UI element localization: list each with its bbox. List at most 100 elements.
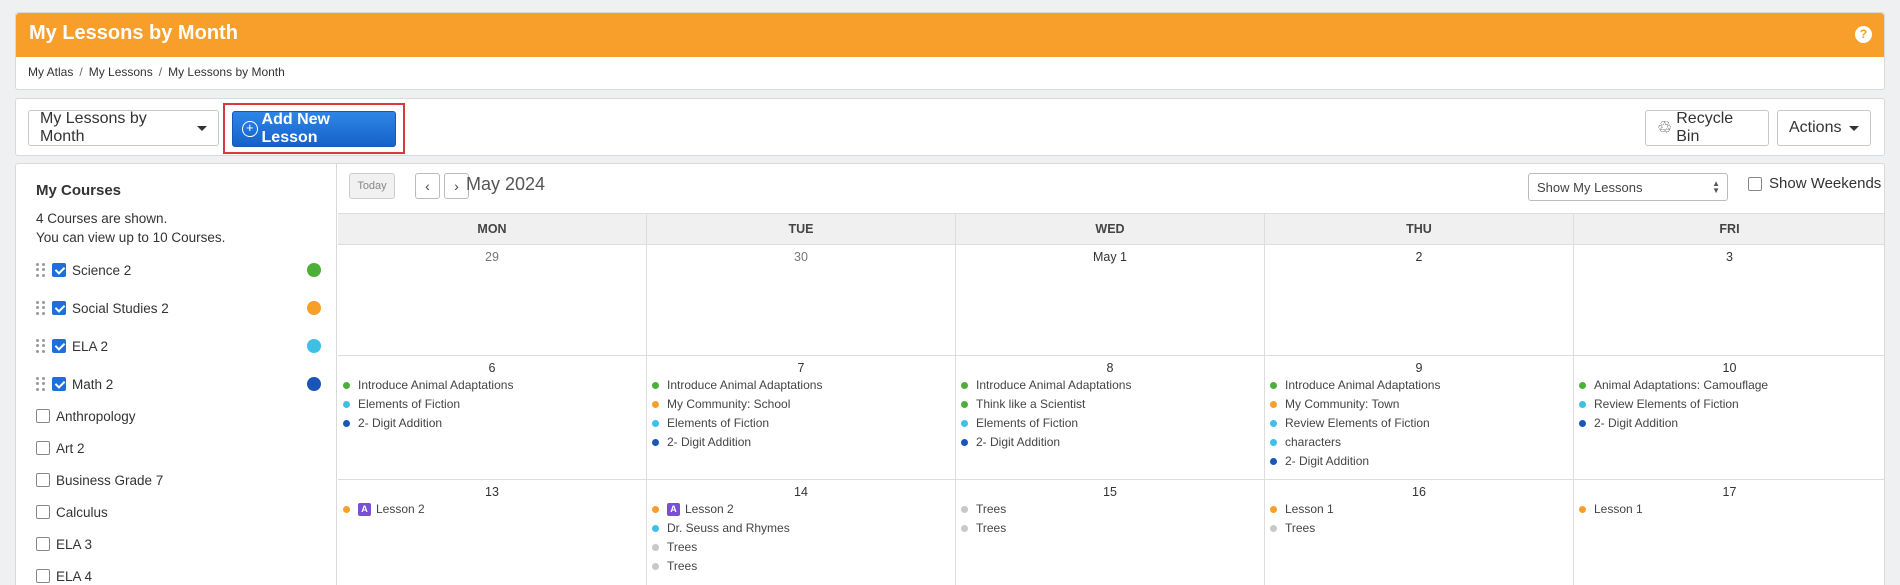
- day-cell[interactable]: 9 Introduce Animal Adaptations My Communit…: [1265, 356, 1574, 480]
- breadcrumb-separator: /: [79, 65, 83, 79]
- course-label: Social Studies 2: [72, 300, 169, 316]
- course-item[interactable]: Social Studies 2: [36, 297, 321, 319]
- course-item[interactable]: ELA 2: [36, 335, 321, 357]
- lesson-event[interactable]: Lesson 1: [1579, 502, 1643, 516]
- day-cell[interactable]: 2: [1265, 245, 1574, 356]
- drag-handle-icon[interactable]: [36, 339, 46, 353]
- lesson-event[interactable]: 2- Digit Addition: [1270, 454, 1369, 468]
- course-color-dot: [961, 381, 968, 389]
- day-cell[interactable]: 30: [647, 245, 956, 356]
- day-cell[interactable]: 14 A Lesson 2 Dr. Seuss and Rhymes Trees Tree…: [647, 480, 956, 585]
- lesson-title: Lesson 2: [376, 502, 425, 516]
- course-item[interactable]: Math 2: [36, 373, 321, 395]
- lesson-event[interactable]: Elements of Fiction: [652, 416, 769, 430]
- breadcrumb-my-lessons[interactable]: My Lessons: [89, 65, 153, 79]
- course-checkbox[interactable]: [36, 409, 50, 423]
- lesson-event[interactable]: 2- Digit Addition: [652, 435, 751, 449]
- course-checkbox[interactable]: [52, 377, 66, 391]
- course-checkbox[interactable]: [52, 263, 66, 277]
- calendar: Today ‹ › May 2024 Show My Lessons ▲ ▼ Sh…: [338, 164, 1884, 585]
- show-weekends-checkbox[interactable]: [1748, 176, 1762, 191]
- lesson-title: Trees: [976, 502, 1007, 516]
- course-checkbox[interactable]: [36, 473, 50, 487]
- lesson-event[interactable]: Introduce Animal Adaptations: [652, 378, 822, 392]
- course-item[interactable]: ELA 3: [36, 533, 321, 555]
- lesson-event[interactable]: My Community: School: [652, 397, 790, 411]
- drag-handle-icon[interactable]: [36, 377, 46, 391]
- course-item[interactable]: Business Grade 7: [36, 469, 321, 491]
- lesson-title: Elements of Fiction: [667, 416, 770, 430]
- day-cell[interactable]: May 1: [956, 245, 1265, 356]
- actions-label: Actions: [1789, 119, 1842, 136]
- day-cell[interactable]: 17 Lesson 1: [1574, 480, 1884, 585]
- course-checkbox[interactable]: [52, 339, 66, 353]
- course-color-dot: [307, 263, 321, 277]
- day-cell[interactable]: 8 Introduce Animal Adaptations Think like …: [956, 356, 1265, 480]
- day-number: 30: [794, 250, 808, 264]
- day-cell[interactable]: 15 Trees Trees: [956, 480, 1265, 585]
- lesson-event[interactable]: Trees: [961, 521, 1006, 535]
- lesson-event[interactable]: Introduce Animal Adaptations: [1270, 378, 1440, 392]
- day-cell[interactable]: 16 Lesson 1 Trees: [1265, 480, 1574, 585]
- course-item[interactable]: ELA 4: [36, 565, 321, 585]
- lesson-title: Trees: [667, 559, 698, 573]
- course-item[interactable]: Science 2: [36, 259, 321, 281]
- lesson-event[interactable]: Animal Adaptations: Camouflage: [1579, 378, 1768, 392]
- view-dropdown-button[interactable]: My Lessons by Month: [28, 110, 219, 146]
- recycle-bin-button[interactable]: ♲ Recycle Bin: [1645, 110, 1769, 146]
- course-checkbox[interactable]: [36, 537, 50, 551]
- course-color-dot: [652, 400, 659, 408]
- lesson-title: Animal Adaptations: Camouflage: [1594, 378, 1769, 392]
- course-item[interactable]: Anthropology: [36, 405, 321, 427]
- lesson-event[interactable]: 2- Digit Addition: [1579, 416, 1678, 430]
- lesson-event[interactable]: characters: [1270, 435, 1341, 449]
- course-item[interactable]: Art 2: [36, 437, 321, 459]
- prev-month-button[interactable]: ‹: [415, 173, 440, 199]
- drag-handle-icon[interactable]: [36, 301, 46, 315]
- course-item[interactable]: Calculus: [36, 501, 321, 523]
- day-cell[interactable]: 6 Introduce Animal Adaptations Elements of…: [338, 356, 647, 480]
- lesson-event[interactable]: Dr. Seuss and Rhymes: [652, 521, 790, 535]
- lesson-event[interactable]: Trees: [652, 540, 697, 554]
- add-new-lesson-button[interactable]: + Add New Lesson: [232, 111, 396, 147]
- course-color-dot: [1270, 505, 1277, 513]
- lesson-event[interactable]: Review Elements of Fiction: [1270, 416, 1430, 430]
- day-number: 8: [1106, 361, 1114, 375]
- lesson-event[interactable]: Elements of Fiction: [961, 416, 1078, 430]
- lesson-event[interactable]: 2- Digit Addition: [343, 416, 442, 430]
- lesson-event[interactable]: Lesson 1: [1270, 502, 1334, 516]
- lesson-title: Introduce Animal Adaptations: [976, 378, 1132, 392]
- lesson-event[interactable]: Trees: [961, 502, 1006, 516]
- lesson-event[interactable]: My Community: Town: [1270, 397, 1399, 411]
- drag-handle-icon[interactable]: [36, 263, 46, 277]
- course-checkbox[interactable]: [36, 505, 50, 519]
- help-icon[interactable]: ?: [1855, 26, 1872, 43]
- course-checkbox[interactable]: [36, 569, 50, 583]
- lesson-event[interactable]: Introduce Animal Adaptations: [961, 378, 1131, 392]
- actions-dropdown-button[interactable]: Actions: [1777, 110, 1871, 146]
- lesson-event[interactable]: Review Elements of Fiction: [1579, 397, 1739, 411]
- day-cell[interactable]: 3: [1574, 245, 1884, 356]
- course-color-dot: [1579, 381, 1586, 389]
- lesson-event[interactable]: 2- Digit Addition: [961, 435, 1060, 449]
- lesson-event[interactable]: Trees: [652, 559, 697, 573]
- show-lessons-select[interactable]: Show My Lessons ▲ ▼: [1528, 173, 1728, 201]
- course-checkbox[interactable]: [36, 441, 50, 455]
- day-cell[interactable]: 7 Introduce Animal Adaptations My Communit…: [647, 356, 956, 480]
- lesson-event[interactable]: Think like a Scientist: [961, 397, 1085, 411]
- day-cell[interactable]: 29: [338, 245, 647, 356]
- day-cell[interactable]: 13 A Lesson 2: [338, 480, 647, 585]
- today-button[interactable]: Today: [349, 173, 395, 199]
- day-number: 16: [1412, 485, 1426, 499]
- lesson-event[interactable]: Elements of Fiction: [343, 397, 460, 411]
- breadcrumb-my-atlas[interactable]: My Atlas: [28, 65, 73, 79]
- lesson-event[interactable]: Trees: [1270, 521, 1315, 535]
- lesson-event[interactable]: A Lesson 2: [343, 502, 425, 516]
- toolbar: My Lessons by Month + Add New Lesson ♲ R…: [15, 98, 1885, 156]
- course-label: Math 2: [72, 376, 114, 392]
- show-weekends-toggle[interactable]: Show Weekends: [1748, 175, 1881, 192]
- lesson-event[interactable]: A Lesson 2: [652, 502, 734, 516]
- day-cell[interactable]: 10 Animal Adaptations: Camouflage Review E…: [1574, 356, 1884, 480]
- lesson-event[interactable]: Introduce Animal Adaptations: [343, 378, 513, 392]
- course-checkbox[interactable]: [52, 301, 66, 315]
